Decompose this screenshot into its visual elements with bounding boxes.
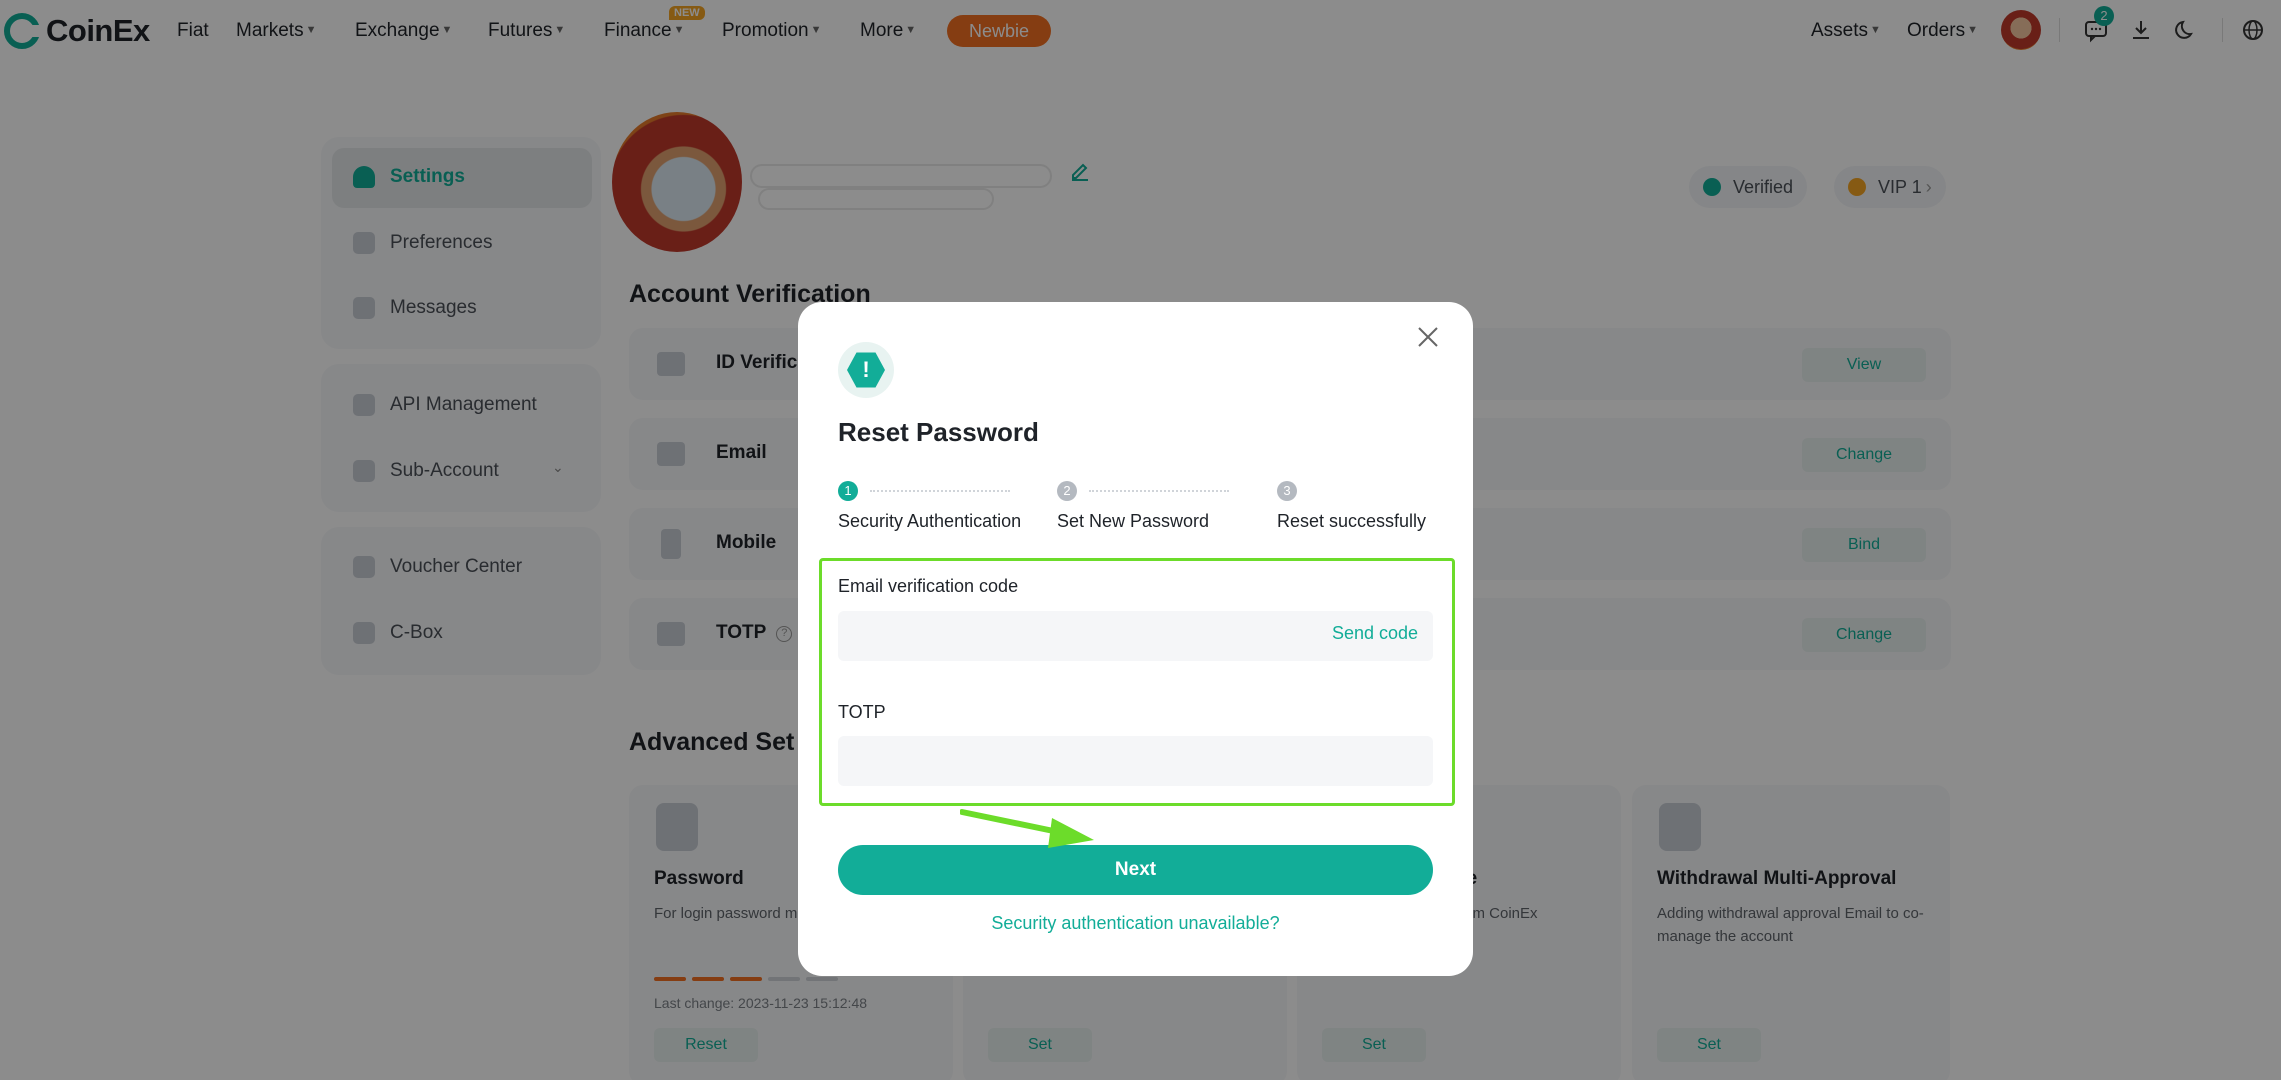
step-reset-successfully: 3 Reset successfully	[1277, 481, 1426, 532]
step-connector	[1089, 490, 1229, 492]
annotation-arrow-icon	[960, 809, 1094, 848]
step-number: 1	[838, 481, 858, 501]
alert-shield-icon	[838, 342, 894, 398]
step-label: Set New Password	[1057, 511, 1210, 531]
reset-password-dialog: Reset Password 1 Security Authentication…	[798, 302, 1473, 976]
totp-label: TOTP	[838, 702, 886, 722]
dialog-title: Reset Password	[838, 417, 1039, 447]
step-connector	[870, 490, 1010, 492]
close-icon[interactable]	[1415, 324, 1441, 350]
security-authentication-unavailable-link[interactable]: Security authentication unavailable?	[798, 913, 1473, 934]
totp-input[interactable]	[838, 736, 1433, 786]
step-label: Security Authentication	[838, 511, 1022, 531]
step-set-new-password: 2 Set New Password	[1057, 481, 1209, 532]
step-number: 3	[1277, 481, 1297, 501]
next-button[interactable]: Next	[838, 845, 1433, 895]
step-number: 2	[1057, 481, 1077, 501]
step-label: Reset successfully	[1277, 511, 1427, 531]
step-security-authentication: 1 Security Authentication	[838, 481, 1021, 532]
email-code-label: Email verification code	[838, 576, 1019, 596]
send-code-button[interactable]: Send code	[1332, 623, 1418, 644]
